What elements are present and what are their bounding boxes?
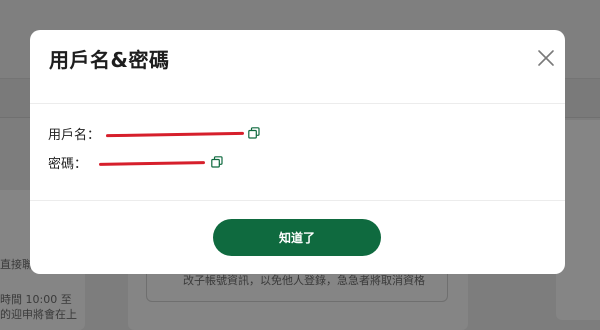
copy-icon[interactable]: [248, 127, 260, 139]
password-label: 密碼：: [48, 156, 88, 172]
password-row: 密碼：: [48, 153, 223, 172]
close-icon: [538, 50, 554, 66]
username-label: 用戶名：: [48, 127, 101, 143]
ok-button[interactable]: 知道了: [213, 219, 381, 256]
username-redacted-value: [100, 131, 242, 135]
header-divider: [30, 103, 565, 104]
username-row: 用戶名：: [48, 124, 260, 143]
background-notice-text: 改子帳號資訊，以免他人登錄，急急者將取消資格: [183, 274, 425, 287]
background-left-text: 時間 10:00 至: [0, 293, 72, 306]
close-button[interactable]: [537, 49, 555, 67]
password-redacted-value: [93, 160, 203, 164]
footer-divider: [30, 200, 565, 201]
credentials-dialog: 用戶名&密碼 用戶名： 密碼： 知道了: [30, 30, 565, 274]
copy-icon[interactable]: [211, 156, 223, 168]
dialog-title: 用戶名&密碼: [49, 48, 170, 72]
background-left-text: 的迎申將會在上: [0, 308, 77, 321]
